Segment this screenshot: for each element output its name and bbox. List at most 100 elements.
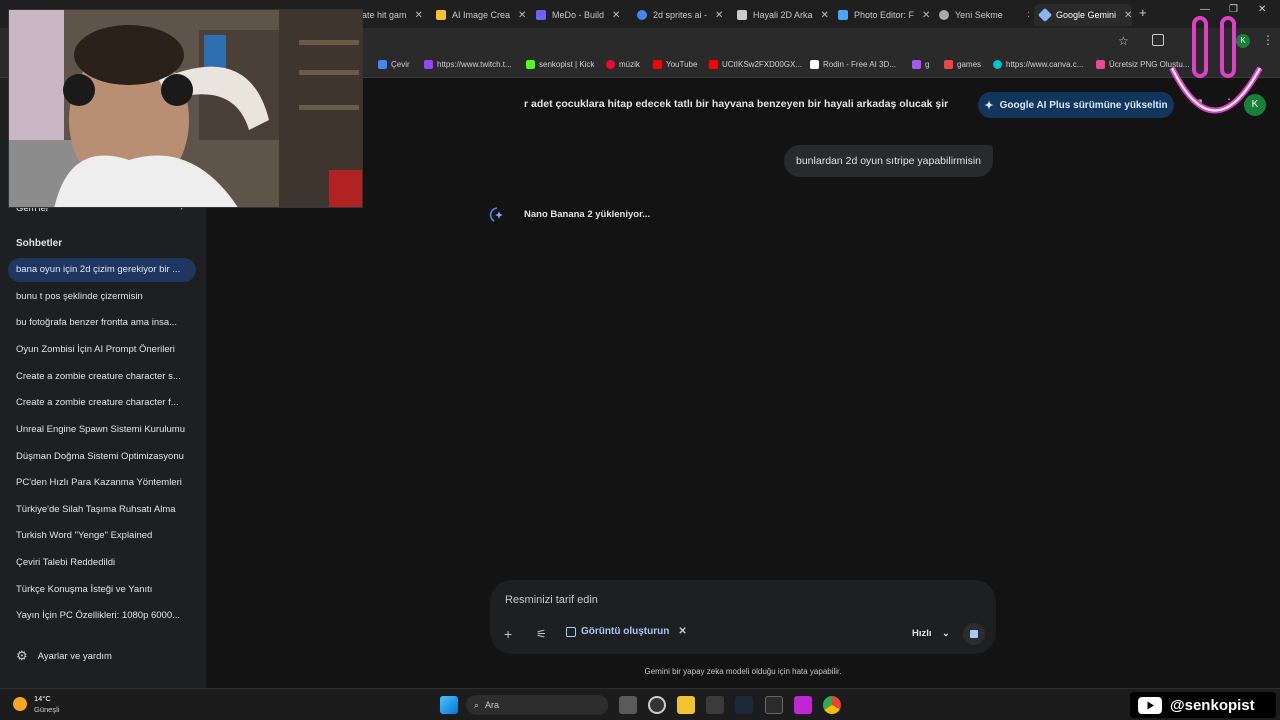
prompt-composer bbox=[490, 580, 996, 654]
epic-games-icon[interactable] bbox=[765, 696, 783, 714]
chrome-icon[interactable] bbox=[823, 696, 841, 714]
settings-button[interactable]: ⚙ Ayarlar ve yardım bbox=[16, 648, 112, 664]
smiley-overlay-icon bbox=[1169, 16, 1263, 114]
kick-icon bbox=[912, 60, 921, 69]
new-tab-icon[interactable]: + bbox=[1139, 5, 1147, 20]
gemini-icon bbox=[1037, 7, 1053, 23]
stop-button[interactable] bbox=[963, 623, 985, 645]
webcam-overlay bbox=[8, 9, 363, 208]
previous-prompt-text: r adet çocuklara hitap edecek tatlı bir … bbox=[524, 98, 949, 110]
google-icon bbox=[637, 10, 647, 20]
chat-item[interactable]: Türkiye'de Silah Taşıma Ruhsatı Alma bbox=[8, 498, 196, 522]
chat-item[interactable]: Düşman Doğma Sistemi Optimizasyonu bbox=[8, 445, 196, 469]
search-icon: ⌕ bbox=[474, 699, 480, 710]
chat-item-active[interactable]: bana oyun için 2d çizim gerekiyor bir ..… bbox=[8, 258, 196, 282]
chats-heading: Sohbetler bbox=[16, 238, 63, 249]
favicon-icon bbox=[436, 10, 446, 20]
youtube-icon bbox=[653, 60, 662, 69]
bookmark-item[interactable]: g bbox=[912, 60, 929, 69]
close-icon[interactable]: ✕ bbox=[1027, 10, 1029, 21]
favicon-icon bbox=[939, 10, 949, 20]
disclaimer-text: Gemini bir yapay zeka modeli olduğu için… bbox=[644, 667, 842, 676]
bookmark-item[interactable]: games bbox=[944, 60, 981, 69]
steam-icon[interactable] bbox=[735, 696, 753, 714]
canva-icon bbox=[993, 60, 1002, 69]
chat-item[interactable]: Unreal Engine Spawn Sistemi Kurulumu bbox=[8, 418, 196, 442]
bookmark-item[interactable]: Rodin - Free AI 3D... bbox=[810, 60, 896, 69]
youtube-icon bbox=[709, 60, 718, 69]
close-icon[interactable]: ✕ bbox=[518, 10, 526, 21]
bookmark-star-icon[interactable]: ☆ bbox=[1118, 34, 1129, 48]
bookmark-item[interactable]: senkopist | Kick bbox=[526, 60, 594, 69]
tab-gemini-active[interactable]: Google Gemini ✕ bbox=[1034, 4, 1132, 26]
tab-5[interactable]: Photo Editor: F ✕ bbox=[838, 4, 930, 26]
close-icon[interactable]: ✕ bbox=[612, 10, 620, 21]
tab-0[interactable]: ate hit gam ✕ bbox=[362, 4, 434, 26]
chat-item[interactable]: Türkçe Konuşma İsteği ve Yanıtı bbox=[8, 578, 196, 602]
add-icon[interactable]: + bbox=[504, 626, 512, 642]
channel-badge: @senkopist bbox=[1130, 692, 1276, 718]
favicon-icon bbox=[536, 10, 546, 20]
tab-3[interactable]: 2d sprites ai - ✕ bbox=[637, 4, 727, 26]
chat-item[interactable]: Çeviri Talebi Reddedildi bbox=[8, 551, 196, 575]
weather-desc: Güneşli bbox=[34, 705, 60, 714]
sparkle-icon: ✦ bbox=[984, 99, 994, 112]
bookmark-item[interactable]: https://www.twitch.t... bbox=[424, 60, 512, 69]
taskbar-search[interactable]: ⌕ Ara bbox=[466, 695, 608, 715]
kick-icon bbox=[526, 60, 535, 69]
close-icon[interactable]: ✕ bbox=[415, 10, 423, 21]
chat-item[interactable]: Turkish Word "Yenge" Explained bbox=[8, 524, 196, 548]
bookmark-item[interactable]: müzik bbox=[606, 60, 640, 69]
rodin-icon bbox=[810, 60, 819, 69]
music-icon bbox=[606, 60, 615, 69]
file-explorer-icon[interactable] bbox=[677, 696, 695, 714]
bookmark-item[interactable]: Çevir bbox=[378, 60, 410, 69]
png-icon bbox=[1096, 60, 1105, 69]
games-icon bbox=[944, 60, 953, 69]
obs-icon[interactable] bbox=[648, 696, 666, 714]
prompt-input[interactable]: Resminizi tarif edin bbox=[505, 594, 598, 606]
store-icon[interactable] bbox=[706, 696, 724, 714]
chat-item[interactable]: Create a zombie creature character s... bbox=[8, 365, 196, 389]
tab-4[interactable]: Hayali 2D Arka ✕ bbox=[737, 4, 829, 26]
bookmark-item[interactable]: UCtIKSw2FXD00GX... bbox=[709, 60, 802, 69]
tab-1[interactable]: AI Image Crea ✕ bbox=[436, 4, 528, 26]
app-icon[interactable] bbox=[794, 696, 812, 714]
favicon-icon bbox=[838, 10, 848, 20]
webcam-feed-image bbox=[9, 10, 362, 207]
close-icon[interactable]: ✕ bbox=[1124, 10, 1132, 21]
close-icon[interactable]: ✕ bbox=[715, 10, 723, 21]
chat-item[interactable]: PC'den Hızlı Para Kazanma Yöntemleri bbox=[8, 471, 196, 495]
image-icon bbox=[566, 626, 576, 637]
sun-icon bbox=[13, 697, 27, 711]
user-message-bubble: bunlardan 2d oyun sıtripe yapabilirmisin bbox=[784, 145, 994, 177]
youtube-icon bbox=[1138, 696, 1162, 714]
channel-handle: @senkopist bbox=[1170, 696, 1255, 714]
task-view-icon[interactable] bbox=[619, 696, 637, 714]
chevron-down-icon: ⌄ bbox=[942, 628, 950, 638]
image-generation-chip[interactable]: Görüntü oluşturun ✕ bbox=[566, 626, 687, 637]
tab-2[interactable]: MeDo - Build ✕ bbox=[536, 4, 630, 26]
chat-item[interactable]: Oyun Zombisi İçin AI Prompt Önerileri bbox=[8, 338, 196, 362]
bookmark-item[interactable]: https://www.canva.c... bbox=[993, 60, 1083, 69]
chat-item[interactable]: bunu t pos şeklinde çizermisin bbox=[8, 285, 196, 309]
chat-item[interactable]: Create a zombie creature character f... bbox=[8, 391, 196, 415]
model-speed-selector[interactable]: Hızlı ⌄ bbox=[912, 628, 950, 639]
upgrade-button[interactable]: ✦ Google AI Plus sürümüne yükseltin bbox=[978, 92, 1174, 118]
bookmark-item[interactable]: YouTube bbox=[653, 60, 697, 69]
close-icon[interactable]: ✕ bbox=[922, 10, 930, 21]
loading-spinner-icon bbox=[489, 207, 503, 222]
stop-icon bbox=[970, 630, 978, 638]
windows-taskbar: 14°C Güneşli ⌕ Ara bbox=[0, 688, 1280, 720]
windows-start-icon[interactable] bbox=[440, 696, 458, 714]
close-icon[interactable]: ✕ bbox=[821, 10, 829, 21]
tab-6[interactable]: Yeni Sekme✕ bbox=[939, 4, 1029, 26]
chat-item[interactable]: Yayın İçin PC Özellikleri: 1080p 6000... bbox=[8, 604, 196, 628]
tools-icon[interactable]: ⚟ bbox=[536, 627, 547, 641]
chat-item[interactable]: bu fotoğrafa benzer frontta ama insa... bbox=[8, 311, 196, 335]
generation-status: Nano Banana 2 yükleniyor... bbox=[524, 209, 651, 220]
close-icon[interactable]: ✕ bbox=[678, 626, 686, 637]
twitch-icon bbox=[424, 60, 433, 69]
translate-icon bbox=[378, 60, 387, 69]
gear-icon: ⚙ bbox=[16, 648, 28, 663]
